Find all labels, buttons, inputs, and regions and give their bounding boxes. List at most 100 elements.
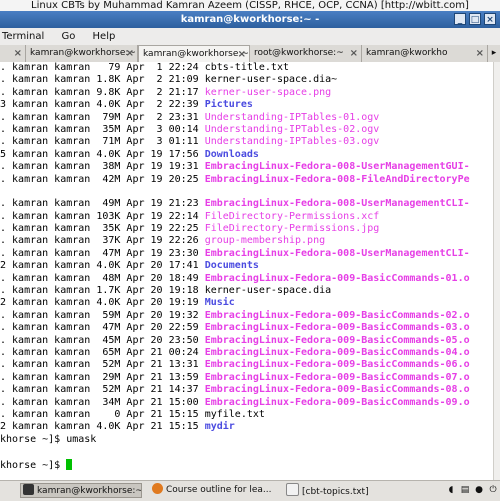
close-tab-icon[interactable]: × <box>238 46 246 62</box>
menu-terminal[interactable]: Terminal <box>2 31 44 42</box>
close-tab-icon[interactable]: × <box>350 45 358 62</box>
line-text: . kamran kamran 29M Apr 21 13:59 <box>0 371 205 383</box>
terminal-line: . kamran kamran 59M Apr 20 19:32 Embraci… <box>0 310 500 322</box>
line-text: . kamran kamran 35K Apr 19 22:25 <box>0 223 205 235</box>
file-name: myfile.txt <box>204 408 265 420</box>
file-name: FileDirectory-Permissions.xcf <box>204 210 380 222</box>
file-name: EmbracingLinux-Fedora-008-UserManagement… <box>204 198 470 210</box>
window-title: kamran@kworkhorse:~ - <box>180 14 320 25</box>
user-icon[interactable]: ● <box>474 484 484 496</box>
terminal-line: . kamran kamran 1.8K Apr 2 21:09 kerner-… <box>0 74 500 86</box>
taskbar-item-label: [cbt-topics.txt] <box>302 487 369 497</box>
close-tab-icon[interactable]: × <box>14 45 22 62</box>
terminal-line: . kamran kamran 29M Apr 21 13:59 Embraci… <box>0 372 500 384</box>
tab-3-active[interactable]: kamran@kworkhorse:~ × <box>138 45 250 62</box>
maximize-icon[interactable]: □ <box>469 13 481 25</box>
file-name: EmbracingLinux-Fedora-009-BasicCommands-… <box>204 334 470 346</box>
file-name: group-membership.png <box>204 235 326 247</box>
line-text: . kamran kamran 52M Apr 21 14:37 <box>0 384 205 396</box>
terminal-icon <box>23 484 34 495</box>
file-name: Understanding-IPTables-03.ogv <box>204 136 380 148</box>
line-text: . kamran kamran 9.8K Apr 2 21:17 <box>0 86 205 98</box>
file-name: Downloads <box>204 148 259 160</box>
line-text: . kamran kamran 35M Apr 3 00:14 <box>0 123 205 135</box>
terminal-line: . kamran kamran 49M Apr 19 21:23 Embraci… <box>0 198 500 210</box>
window-titlebar[interactable]: kamran@kworkhorse:~ - _ □ × <box>0 11 500 28</box>
terminal-line: 5 kamran kamran 4.0K Apr 19 17:56 Downlo… <box>0 149 500 161</box>
file-name: EmbracingLinux-Fedora-008-FileAndDirecto… <box>204 173 470 185</box>
network-icon[interactable]: ▤ <box>460 484 470 496</box>
line-text: khorse ~]$ umask <box>0 433 97 445</box>
recording-banner: Linux CBTs by Muhammad Kamran Azeem (CIS… <box>0 0 500 11</box>
terminal-line: . kamran kamran 65M Apr 21 00:24 Embraci… <box>0 347 500 359</box>
taskbar-item-label: Course outline for lea... <box>166 485 272 495</box>
terminal-line: . kamran kamran 47M Apr 19 23:30 Embraci… <box>0 248 500 260</box>
tab-scroll-right-icon[interactable]: ▸ <box>488 45 500 62</box>
terminal-line: . kamran kamran 9.8K Apr 2 21:17 kerner-… <box>0 87 500 99</box>
file-name: Pictures <box>204 99 253 111</box>
terminal-line: 2 kamran kamran 4.0K Apr 20 19:19 Music <box>0 297 500 309</box>
close-tab-icon[interactable]: × <box>476 45 484 62</box>
tab-1[interactable]: × <box>0 45 26 62</box>
tab-5[interactable]: kamran@kworkho × <box>362 45 488 62</box>
menu-help[interactable]: Help <box>93 31 116 42</box>
system-tray: ◖ ▤ ● ⏻ <box>446 484 498 496</box>
terminal-line: . kamran kamran 79M Apr 2 23:31 Understa… <box>0 112 500 124</box>
taskbar-item-browser[interactable]: Course outline for lea... <box>150 483 280 498</box>
terminal-line: . kamran kamran 47M Apr 20 22:59 Embraci… <box>0 322 500 334</box>
taskbar-item-terminal[interactable]: kamran@kworkhorse:~ <box>20 483 142 498</box>
terminal-line: . kamran kamran 35K Apr 19 22:25 FileDir… <box>0 223 500 235</box>
line-text: 3 kamran kamran 4.0K Apr 2 22:39 <box>0 99 205 111</box>
minimize-icon[interactable]: _ <box>454 13 466 25</box>
terminal-line: . kamran kamran 103K Apr 19 22:14 FileDi… <box>0 211 500 223</box>
taskbar: kamran@kworkhorse:~ Course outline for l… <box>0 480 500 501</box>
window-controls: _ □ × <box>454 13 496 25</box>
close-icon[interactable]: × <box>484 13 496 25</box>
tab-label: kamran@kworkho <box>366 48 448 58</box>
line-text: 2 kamran kamran 4.0K Apr 21 15:15 <box>0 421 205 433</box>
file-name: mydir <box>204 421 235 433</box>
file-name: EmbracingLinux-Fedora-009-BasicCommands-… <box>204 384 470 396</box>
terminal-line: . kamran kamran 38M Apr 19 19:31 Embraci… <box>0 161 500 173</box>
power-icon[interactable]: ⏻ <box>488 484 498 496</box>
terminal-line: . kamran kamran 1.7K Apr 20 19:18 kerner… <box>0 285 500 297</box>
close-tab-icon[interactable]: × <box>126 45 134 62</box>
line-text: . kamran kamran 79M Apr 2 23:31 <box>0 111 205 123</box>
terminal-line: . kamran kamran 48M Apr 20 18:49 Embraci… <box>0 273 500 285</box>
terminal-line: khorse ~]$ <box>0 458 500 471</box>
line-text: . kamran kamran 48M Apr 20 18:49 <box>0 272 205 284</box>
menu-bar: Terminal Go Help <box>0 28 500 46</box>
terminal-line: . kamran kamran 52M Apr 21 14:37 Embraci… <box>0 384 500 396</box>
tab-4[interactable]: root@kworkhorse:~ × <box>250 45 362 62</box>
line-text: . kamran kamran 103K Apr 19 22:14 <box>0 210 205 222</box>
file-name: Music <box>204 297 235 309</box>
terminal-output[interactable]: . kamran kamran 79 Apr 1 22:24 cbts-titl… <box>0 62 500 480</box>
line-text: . kamran kamran 52M Apr 21 13:31 <box>0 359 205 371</box>
line-text: . kamran kamran 38M Apr 19 19:31 <box>0 161 205 173</box>
line-text: . kamran kamran 34M Apr 21 15:00 <box>0 396 205 408</box>
terminal-scrollbar[interactable] <box>493 62 500 480</box>
tab-label: kamran@kworkhorse:~ <box>30 48 136 58</box>
firefox-icon <box>152 483 163 494</box>
tab-label: root@kworkhorse:~ <box>254 48 344 58</box>
taskbar-item-editor[interactable]: [cbt-topics.txt] <box>284 483 406 498</box>
tab-bar: × kamran@kworkhorse:~ × kamran@kworkhors… <box>0 45 500 63</box>
terminal-line: . kamran kamran 0 Apr 21 15:15 myfile.tx… <box>0 409 500 421</box>
terminal-line: . kamran kamran 71M Apr 3 01:11 Understa… <box>0 136 500 148</box>
terminal-line: . kamran kamran 37K Apr 19 22:26 group-m… <box>0 235 500 247</box>
text-cursor <box>66 458 73 470</box>
terminal-line: . kamran kamran 35M Apr 3 00:14 Understa… <box>0 124 500 136</box>
text-editor-icon <box>286 483 299 496</box>
menu-go[interactable]: Go <box>61 31 75 42</box>
terminal-line: . kamran kamran 79 Apr 1 22:24 cbts-titl… <box>0 62 500 74</box>
terminal-line: . kamran kamran 52M Apr 21 13:31 Embraci… <box>0 359 500 371</box>
tab-2[interactable]: kamran@kworkhorse:~ × <box>26 45 138 62</box>
file-name: EmbracingLinux-Fedora-009-BasicCommands-… <box>204 322 470 334</box>
line-text: . kamran kamran 45M Apr 20 23:50 <box>0 334 205 346</box>
file-name: EmbracingLinux-Fedora-009-BasicCommands-… <box>204 396 470 408</box>
line-text: . kamran kamran 47M Apr 20 22:59 <box>0 322 205 334</box>
line-text: . kamran kamran 0 Apr 21 15:15 <box>0 408 205 420</box>
volume-icon[interactable]: ◖ <box>446 484 456 496</box>
file-name: EmbracingLinux-Fedora-008-UserManagement… <box>204 161 470 173</box>
file-name: Understanding-IPTables-02.ogv <box>204 123 380 135</box>
